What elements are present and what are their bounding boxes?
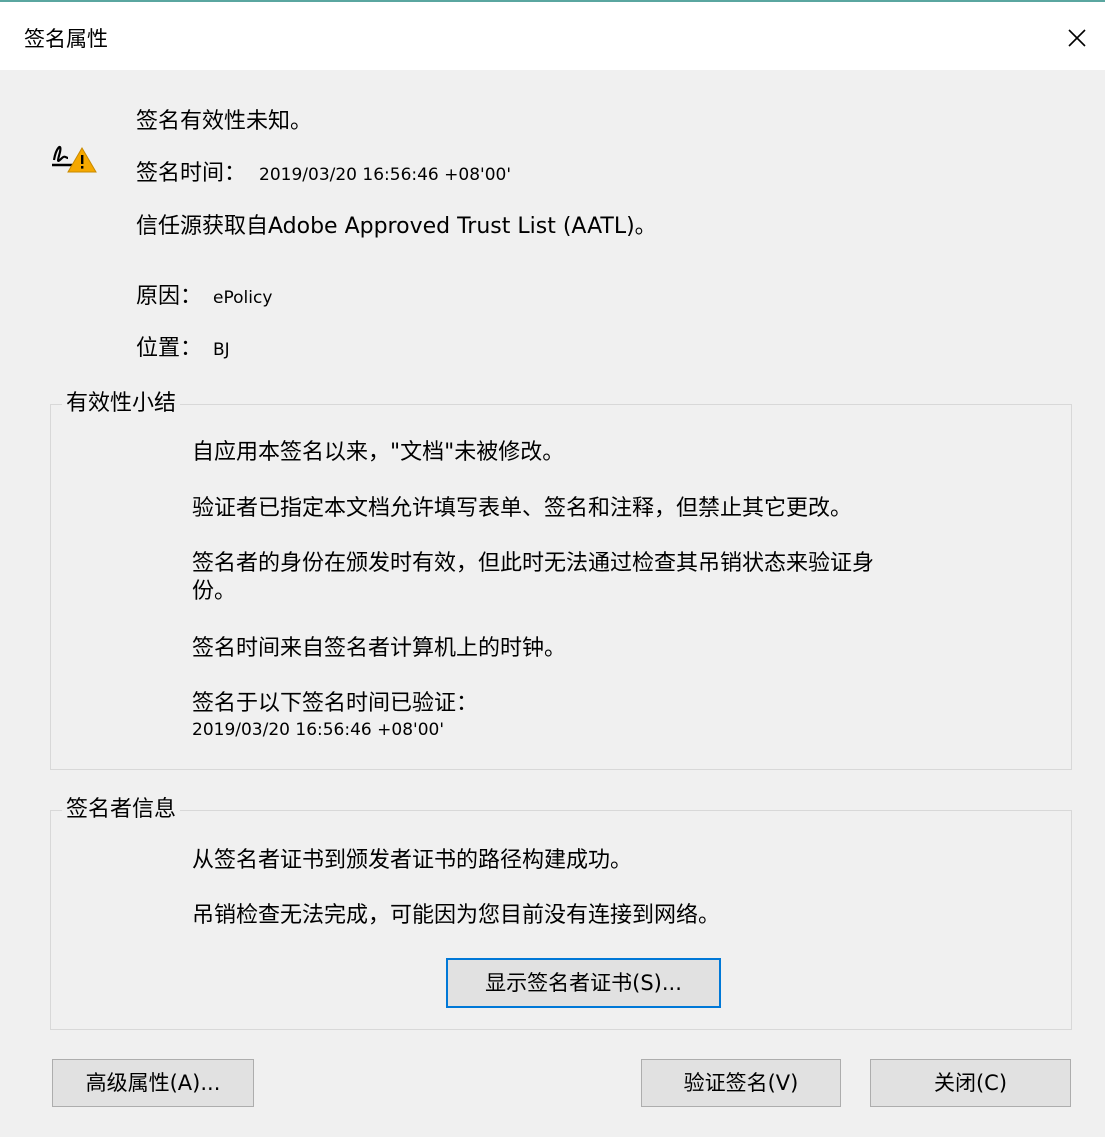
signature-properties-dialog: 签名属性 签名有效性未知。 签名时间： 2019/03/20 16:56:46 … (0, 0, 1105, 1137)
reason-label: 原因： (136, 284, 203, 309)
location-value: BJ (213, 340, 230, 360)
validity-line-clock: 签名时间来自签名者计算机上的时钟。 (192, 636, 567, 661)
sign-time-value: 2019/03/20 16:56:46 +08'00' (259, 165, 512, 185)
close-icon[interactable] (1057, 18, 1097, 58)
validity-verified-time: 2019/03/20 16:56:46 +08'00' (192, 720, 444, 740)
signer-revocation-text: 吊销检查无法完成，可能因为您目前没有连接到网络。 (192, 903, 721, 928)
validity-line-identity: 签名者的身份在颁发时有效，但此时无法通过检查其吊销状态来验证身 (192, 551, 875, 576)
advanced-properties-button[interactable]: 高级属性(A)... (52, 1059, 254, 1107)
validity-summary-legend: 有效性小结 (62, 390, 181, 418)
signer-info-legend: 签名者信息 (62, 796, 181, 824)
sign-time-label: 签名时间： (136, 161, 247, 186)
validate-signature-button[interactable]: 验证签名(V) (641, 1059, 841, 1107)
validity-line-verified: 签名于以下签名时间已验证： (192, 691, 479, 716)
validity-line-identity-cont: 份。 (192, 579, 237, 604)
reason-value: ePolicy (213, 288, 273, 308)
signature-status-text: 签名有效性未知。 (136, 109, 313, 134)
validity-line-unmodified: 自应用本签名以来，"文档"未被修改。 (192, 440, 565, 465)
signer-path-text: 从签名者证书到颁发者证书的路径构建成功。 (192, 848, 633, 873)
location-label: 位置： (136, 336, 203, 361)
trust-source-text: 信任源获取自Adobe Approved Trust List (AATL)。 (136, 214, 657, 239)
window-title: 签名属性 (24, 27, 108, 51)
reason-row: 原因： ePolicy (136, 283, 272, 312)
close-button[interactable]: 关闭(C) (870, 1059, 1071, 1107)
show-signer-certificate-button[interactable]: 显示签名者证书(S)... (446, 958, 721, 1008)
title-bar: 签名属性 (0, 2, 1105, 70)
validity-line-permissions: 验证者已指定本文档允许填写表单、签名和注释，但禁止其它更改。 (192, 496, 853, 521)
sign-time-row: 签名时间： 2019/03/20 16:56:46 +08'00' (136, 160, 511, 189)
signature-warning-icon (48, 136, 98, 176)
location-row: 位置： BJ (136, 335, 230, 364)
